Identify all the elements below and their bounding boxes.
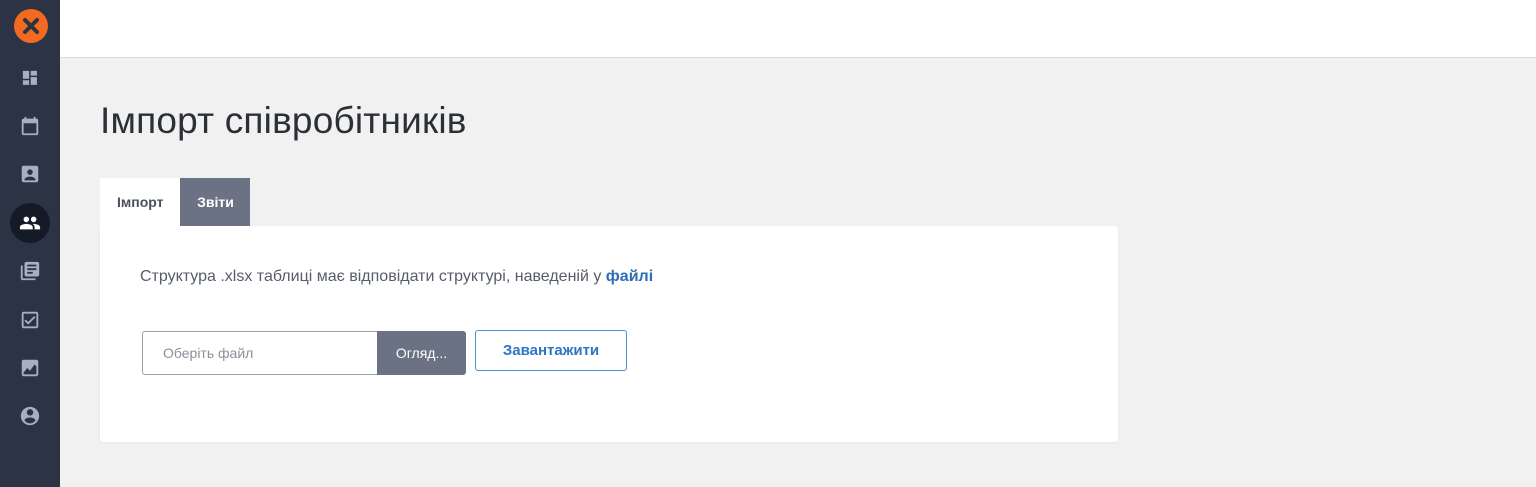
sidebar-item-tasks[interactable] (10, 300, 50, 340)
top-bar (60, 0, 1536, 58)
library-books-icon (20, 261, 40, 281)
tab-reports[interactable]: Звіти (180, 178, 251, 226)
sidebar-item-calendar[interactable] (10, 106, 50, 146)
hint-text: Структура .xlsx таблиці має відповідати … (140, 268, 606, 285)
calendar-icon (21, 116, 39, 136)
upload-button[interactable]: Завантажити (475, 330, 627, 371)
import-card: Структура .xlsx таблиці має відповідати … (100, 226, 1118, 442)
browse-button[interactable]: Огляд... (377, 331, 466, 375)
template-file-link[interactable]: файлі (606, 268, 653, 285)
contact-folder-icon (21, 165, 39, 183)
checkbox-icon (21, 311, 39, 329)
sidebar (0, 0, 60, 487)
account-circle-icon (20, 406, 40, 426)
dashboard-icon (22, 70, 37, 85)
sidebar-item-dashboard[interactable] (10, 58, 50, 98)
tab-bar: Імпорт Звіти (100, 178, 251, 226)
page-title: Імпорт співробітників (100, 100, 467, 141)
file-picker: Оберіть файл Огляд... (142, 331, 466, 375)
structure-hint: Структура .xlsx таблиці має відповідати … (140, 268, 653, 286)
close-x-icon (23, 18, 39, 34)
chart-icon (21, 359, 39, 377)
sidebar-item-contacts[interactable] (10, 154, 50, 194)
tab-import[interactable]: Імпорт (100, 178, 181, 226)
sidebar-item-library[interactable] (10, 251, 50, 291)
sidebar-item-profile[interactable] (10, 396, 50, 436)
logo[interactable] (14, 9, 48, 43)
sidebar-item-analytics[interactable] (10, 348, 50, 388)
people-icon (19, 216, 41, 230)
file-input[interactable]: Оберіть файл (142, 331, 377, 375)
sidebar-item-employees[interactable] (10, 203, 50, 243)
